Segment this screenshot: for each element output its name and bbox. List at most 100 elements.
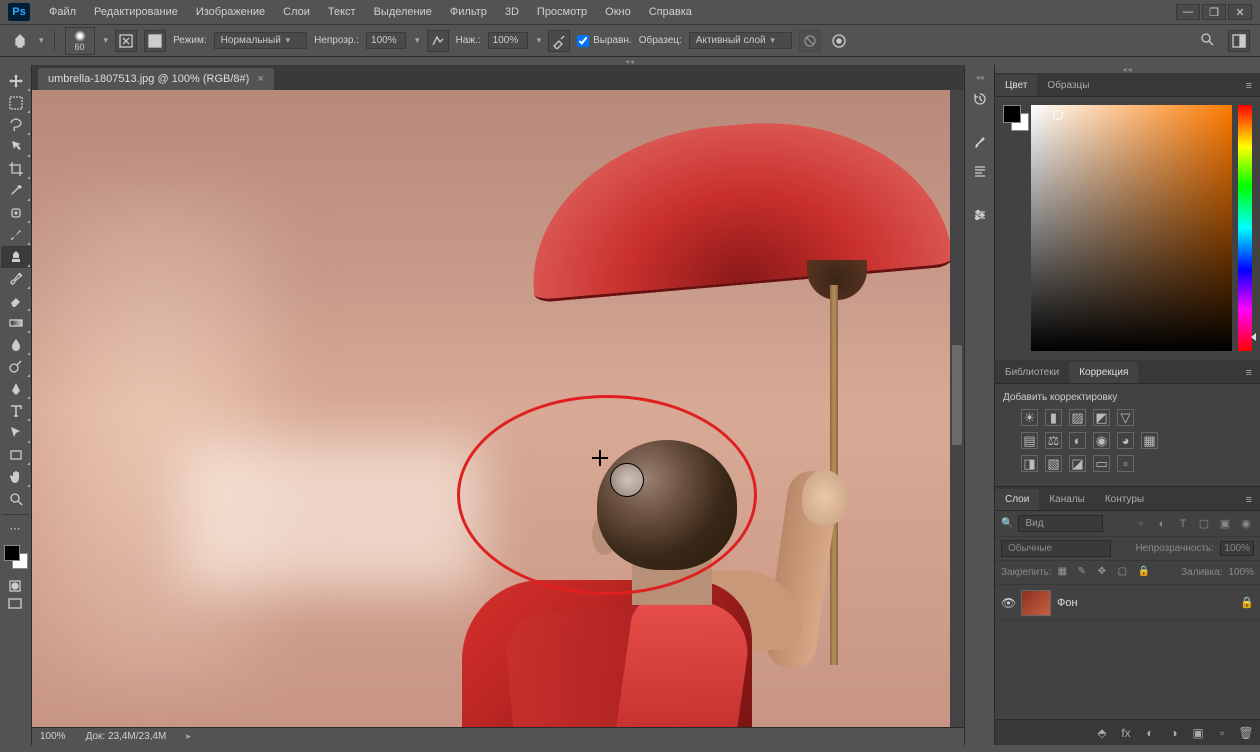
hue-icon[interactable]: ▤ (1021, 432, 1038, 449)
layer-mask-icon[interactable]: ◐ (1142, 726, 1158, 740)
status-menu-arrow[interactable]: ▸ (186, 731, 191, 742)
photo-filter-icon[interactable]: ◉ (1093, 432, 1110, 449)
quick-select-tool[interactable] (1, 136, 31, 158)
threshold-icon[interactable]: ◪ (1069, 455, 1086, 472)
new-layer-icon[interactable]: ▫ (1214, 726, 1230, 740)
delete-layer-icon[interactable]: 🗑 (1238, 726, 1254, 740)
crop-tool[interactable] (1, 158, 31, 180)
filter-adjust-icon[interactable]: ◐ (1154, 516, 1170, 532)
selective-color-icon[interactable]: ▫ (1117, 455, 1134, 472)
hand-tool[interactable] (1, 466, 31, 488)
aligned-input[interactable] (577, 35, 589, 47)
clone-source-panel-icon[interactable] (144, 30, 166, 52)
panel-grip[interactable]: ◂◂ (995, 65, 1260, 73)
tab-layers[interactable]: Слои (995, 489, 1039, 510)
stamp-tool[interactable] (1, 246, 31, 268)
tab-channels[interactable]: Каналы (1039, 489, 1095, 510)
opacity-input[interactable]: 100% (366, 32, 406, 49)
gradient-tool[interactable] (1, 312, 31, 334)
workspace-switcher-icon[interactable] (1228, 30, 1250, 52)
canvas[interactable] (32, 90, 952, 727)
flow-input[interactable]: 100% (488, 32, 528, 49)
filter-toggle-icon[interactable]: ◉ (1238, 516, 1254, 532)
flow-dropdown[interactable]: ▾ (537, 35, 542, 46)
path-select-tool[interactable] (1, 422, 31, 444)
layers-panel-menu-icon[interactable]: ≡ (1238, 490, 1260, 510)
link-layers-icon[interactable]: ⬘ (1094, 726, 1110, 740)
layer-thumbnail[interactable] (1021, 590, 1051, 616)
filter-smart-icon[interactable]: ▣ (1217, 516, 1233, 532)
eraser-tool[interactable] (1, 290, 31, 312)
history-brush-tool[interactable] (1, 268, 31, 290)
tab-color[interactable]: Цвет (995, 75, 1037, 96)
gradient-map-icon[interactable]: ▭ (1093, 455, 1110, 472)
menu-edit[interactable]: Редактирование (85, 2, 187, 22)
menu-image[interactable]: Изображение (187, 2, 274, 22)
filter-search-icon[interactable]: 🔍 (1001, 518, 1013, 529)
filter-kind-select[interactable]: Вид (1018, 515, 1103, 532)
brush-settings-icon[interactable] (966, 131, 994, 155)
opacity-dropdown[interactable]: ▾ (415, 35, 420, 46)
menu-layers[interactable]: Слои (274, 2, 319, 22)
layer-row[interactable]: 👁 Фон 🔒 (995, 585, 1260, 621)
layer-visibility-icon[interactable]: 👁 (1001, 596, 1015, 610)
properties-panel-icon[interactable] (966, 203, 994, 227)
lock-pixels-icon[interactable]: ▦ (1058, 566, 1072, 580)
lasso-tool[interactable] (1, 114, 31, 136)
menu-file[interactable]: Файл (40, 2, 85, 22)
aligned-checkbox[interactable]: Выравн. (577, 35, 632, 47)
blend-mode-select-layers[interactable]: Обычные (1001, 540, 1111, 557)
edit-toolbar-icon[interactable]: ⋯ (0, 519, 30, 537)
layer-name[interactable]: Фон (1057, 597, 1234, 609)
menu-3d[interactable]: 3D (496, 2, 528, 22)
fill-input[interactable]: 100% (1228, 567, 1254, 578)
brush-panel-toggle-icon[interactable] (115, 30, 137, 52)
new-group-icon[interactable]: ▣ (1190, 726, 1206, 740)
menu-help[interactable]: Справка (640, 2, 701, 22)
healing-tool[interactable] (1, 202, 31, 224)
color-field[interactable] (1031, 105, 1232, 351)
close-tab-icon[interactable]: × (257, 73, 263, 85)
blur-tool[interactable] (1, 334, 31, 356)
tab-adjustments[interactable]: Коррекция (1069, 362, 1138, 383)
sample-select[interactable]: Активный слой ▾ (689, 32, 792, 49)
hue-slider[interactable] (1238, 105, 1252, 351)
lookup-icon[interactable]: ▦ (1141, 432, 1158, 449)
tab-swatches[interactable]: Образцы (1037, 75, 1099, 96)
lock-position-icon[interactable]: ✥ (1098, 566, 1112, 580)
curves-icon[interactable]: ▨ (1069, 409, 1086, 426)
maximize-button[interactable]: ❐ (1202, 4, 1226, 20)
layer-fx-icon[interactable]: fx (1118, 726, 1134, 740)
collapse-grip-top[interactable]: ◂◂ (0, 57, 1260, 65)
pressure-size-icon[interactable] (828, 30, 850, 52)
document-tab[interactable]: umbrella-1807513.jpg @ 100% (RGB/8#) × (38, 68, 274, 90)
filter-shape-icon[interactable]: ▢ (1196, 516, 1212, 532)
lock-artboard-icon[interactable]: ▢ (1118, 566, 1132, 580)
type-tool[interactable] (1, 400, 31, 422)
move-tool[interactable] (1, 70, 31, 92)
adjust-panel-menu-icon[interactable]: ≡ (1238, 363, 1260, 383)
dodge-tool[interactable] (1, 356, 31, 378)
lock-all-icon[interactable]: 🔒 (1138, 566, 1152, 580)
color-swatches[interactable] (4, 545, 28, 569)
quickmask-icon[interactable] (0, 577, 30, 595)
layer-lock-icon[interactable]: 🔒 (1240, 596, 1254, 609)
zoom-tool[interactable] (1, 488, 31, 510)
menu-view[interactable]: Просмотр (528, 2, 596, 22)
exposure-icon[interactable]: ◩ (1093, 409, 1110, 426)
menu-select[interactable]: Выделение (365, 2, 441, 22)
pressure-opacity-icon[interactable] (427, 30, 449, 52)
minimize-button[interactable]: — (1176, 4, 1200, 20)
tool-preset-dropdown[interactable]: ▾ (39, 35, 44, 46)
filter-pixel-icon[interactable]: ▫ (1133, 516, 1149, 532)
posterize-icon[interactable]: ▧ (1045, 455, 1062, 472)
menu-window[interactable]: Окно (596, 2, 640, 22)
brush-preview[interactable]: 60 (65, 27, 95, 55)
tab-paths[interactable]: Контуры (1095, 489, 1154, 510)
channel-mixer-icon[interactable]: ◕ (1117, 432, 1134, 449)
eyedropper-tool[interactable] (1, 180, 31, 202)
invert-icon[interactable]: ◨ (1021, 455, 1038, 472)
color-panel-menu-icon[interactable]: ≡ (1238, 76, 1260, 96)
opacity-input-layers[interactable]: 100% (1220, 541, 1254, 556)
foreground-color[interactable] (4, 545, 20, 561)
